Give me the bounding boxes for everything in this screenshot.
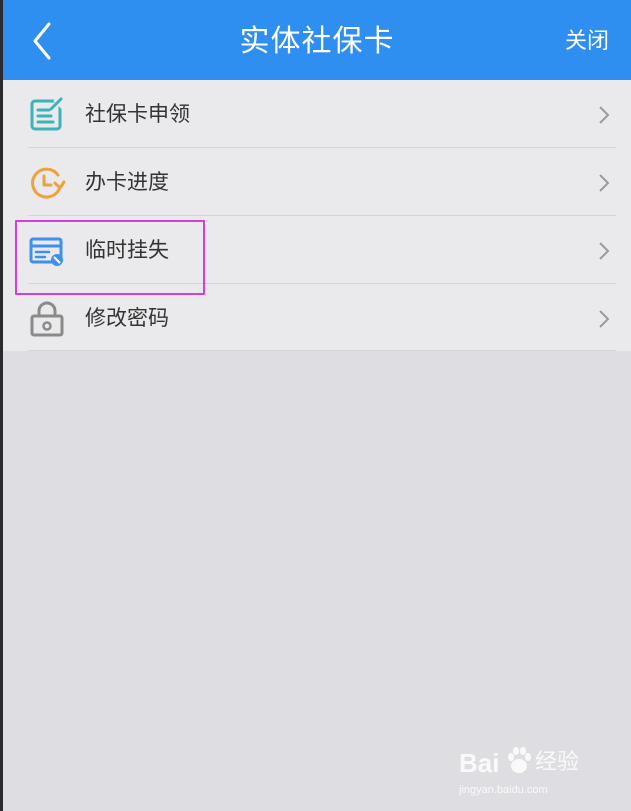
top-nav-bar: 实体社保卡 关闭 <box>3 0 631 80</box>
phone-screen: 实体社保卡 关闭 社保卡申领 办卡进度 临时挂失 修改密码 Bai 经验 jin… <box>3 0 631 811</box>
application-form-icon <box>30 97 65 131</box>
watermark-brand-suffix: 经验 <box>535 750 580 775</box>
menu-item-card-application[interactable]: 社保卡申领 <box>3 80 631 148</box>
page-title: 实体社保卡 <box>239 24 395 59</box>
menu-item-card-progress[interactable]: 办卡进度 <box>3 148 631 216</box>
menu-list: 社保卡申领 办卡进度 临时挂失 修改密码 <box>3 80 631 351</box>
paw-icon <box>508 747 531 773</box>
annotation-highlight-box <box>15 220 205 295</box>
progress-clock-icon <box>31 167 66 199</box>
menu-item-label: 修改密码 <box>85 306 169 330</box>
watermark-brand: Bai <box>459 748 500 778</box>
baidu-jingyan-watermark: Bai 经验 jingyan.baidu.com <box>459 747 599 803</box>
chevron-right-icon <box>599 106 610 124</box>
divider <box>28 350 616 351</box>
lock-icon <box>30 301 64 337</box>
menu-item-label: 社保卡申领 <box>85 102 190 126</box>
close-button[interactable]: 关闭 <box>565 28 609 56</box>
chevron-right-icon <box>599 242 610 260</box>
chevron-right-icon <box>599 310 610 328</box>
menu-item-label: 办卡进度 <box>85 170 169 194</box>
chevron-right-icon <box>599 174 610 192</box>
watermark-url: jingyan.baidu.com <box>459 784 548 796</box>
